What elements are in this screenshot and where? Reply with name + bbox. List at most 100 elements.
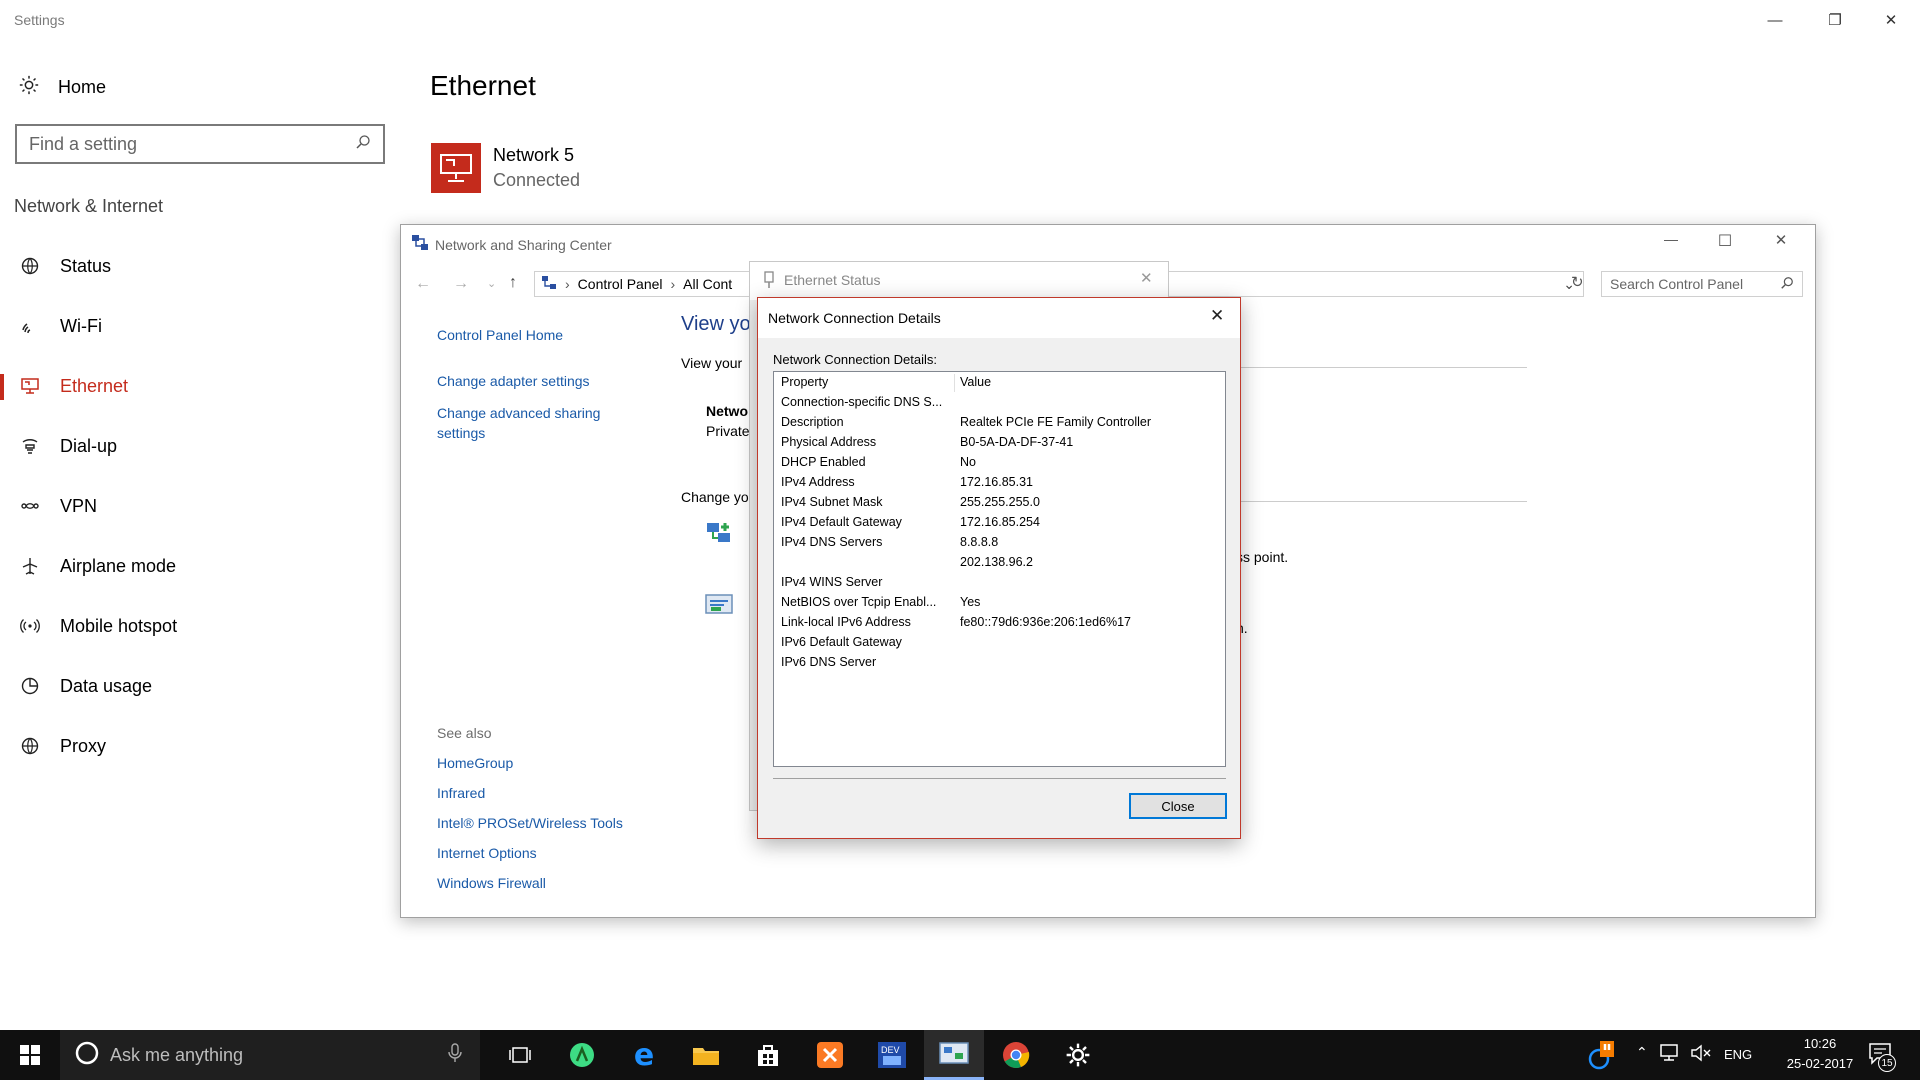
change-adapter-settings-link[interactable]: Change adapter settings xyxy=(437,373,590,389)
start-button[interactable] xyxy=(0,1030,60,1080)
settings-gear-icon[interactable] xyxy=(1048,1030,1108,1080)
list-row[interactable]: NetBIOS over Tcpip Enabl... Yes xyxy=(774,592,1225,612)
details-close-icon[interactable]: ✕ xyxy=(1210,306,1224,326)
intel-proset-link[interactable]: Intel® PROSet/Wireless Tools xyxy=(437,815,623,831)
back-arrow-icon[interactable]: ← xyxy=(415,275,431,293)
ethernet-status-title: Ethernet Status xyxy=(784,272,881,288)
nav-item-proxy[interactable]: Proxy xyxy=(0,726,390,766)
control-panel-home-link[interactable]: Control Panel Home xyxy=(437,327,563,343)
list-row[interactable]: DHCP Enabled No xyxy=(774,452,1225,472)
nav-label: Mobile hotspot xyxy=(60,615,178,636)
nav-item-status[interactable]: Status xyxy=(0,246,390,286)
search-placeholder: Search Control Panel xyxy=(1610,276,1744,292)
setup-connection-icon[interactable] xyxy=(705,519,733,552)
search-icon xyxy=(1780,276,1794,293)
nav-label: Data usage xyxy=(60,675,153,696)
list-row[interactable]: IPv6 DNS Server xyxy=(774,652,1225,672)
internet-options-link[interactable]: Internet Options xyxy=(437,845,537,861)
value-column-header[interactable]: Value xyxy=(960,375,991,389)
clock-date[interactable]: 25-02-2017 xyxy=(1770,1056,1870,1071)
store-icon[interactable] xyxy=(738,1030,798,1080)
up-arrow-icon[interactable]: ↑ xyxy=(509,274,517,292)
minimize-button[interactable]: — xyxy=(1752,8,1798,32)
troubleshoot-icon[interactable] xyxy=(705,593,733,622)
property-column-header[interactable]: Property xyxy=(781,375,828,389)
home-nav[interactable]: Home xyxy=(18,74,106,101)
network-tile-icon[interactable] xyxy=(431,143,481,193)
nav-item-wifi[interactable]: Wi-Fi xyxy=(0,306,390,346)
nav-item-data-usage[interactable]: Data usage xyxy=(0,666,390,706)
notification-count-badge: 15 xyxy=(1878,1054,1896,1072)
property-cell: DHCP Enabled xyxy=(781,455,866,469)
ethernet-status-close-icon[interactable]: ✕ xyxy=(1140,269,1153,287)
infrared-link[interactable]: Infrared xyxy=(437,785,485,801)
homegroup-link[interactable]: HomeGroup xyxy=(437,755,513,771)
list-row[interactable]: Connection-specific DNS S... xyxy=(774,392,1225,412)
notification-warning-icon[interactable] xyxy=(1586,1040,1616,1075)
details-dialog-title: Network Connection Details xyxy=(768,310,941,326)
nav-item-vpn[interactable]: VPN xyxy=(0,486,390,526)
change-advanced-sharing-link[interactable]: Change advanced sharing settings xyxy=(437,403,637,443)
column-divider[interactable] xyxy=(954,374,955,392)
nav-item-airplane[interactable]: Airplane mode xyxy=(0,546,390,586)
property-cell: Connection-specific DNS S... xyxy=(781,395,943,409)
breadcrumb-all-control[interactable]: All Cont xyxy=(683,276,732,292)
nav-label: Airplane mode xyxy=(60,555,177,576)
nsc-minimize-button[interactable]: — xyxy=(1651,231,1691,255)
property-cell: IPv6 DNS Server xyxy=(781,655,877,669)
nav-item-ethernet[interactable]: Ethernet xyxy=(0,366,390,406)
edge-icon[interactable]: e xyxy=(614,1030,674,1080)
nav-item-dialup[interactable]: Dial-up xyxy=(0,426,390,466)
list-row[interactable]: Physical Address B0-5A-DA-DF-37-41 xyxy=(774,432,1225,452)
network-name[interactable]: Network 5 xyxy=(493,145,574,166)
refresh-icon[interactable]: ↻ xyxy=(1571,273,1584,291)
chrome-icon[interactable] xyxy=(986,1030,1046,1080)
xampp-icon[interactable] xyxy=(800,1030,860,1080)
list-row[interactable]: 202.138.96.2 xyxy=(774,552,1225,572)
history-chevron-icon[interactable]: ⌄ xyxy=(487,277,496,290)
file-explorer-icon[interactable] xyxy=(676,1030,736,1080)
breadcrumb-sep-icon: › xyxy=(670,276,676,292)
control-panel-icon[interactable] xyxy=(924,1030,984,1080)
clock-time[interactable]: 10:26 xyxy=(1790,1036,1850,1051)
details-list[interactable]: Property Value Connection-specific DNS S… xyxy=(773,371,1226,767)
close-button[interactable]: Close xyxy=(1129,793,1227,819)
windows-firewall-link[interactable]: Windows Firewall xyxy=(437,875,546,891)
list-row[interactable]: Description Realtek PCIe FE Family Contro… xyxy=(774,412,1225,432)
list-row[interactable]: IPv4 DNS Servers 8.8.8.8 xyxy=(774,532,1225,552)
list-row[interactable]: IPv4 Address 172.16.85.31 xyxy=(774,472,1225,492)
network-tray-icon[interactable] xyxy=(1660,1044,1682,1067)
volume-muted-icon[interactable] xyxy=(1690,1044,1712,1067)
forward-arrow-icon[interactable]: → xyxy=(453,275,469,293)
microphone-icon[interactable] xyxy=(448,1042,462,1068)
list-row[interactable]: IPv4 WINS Server xyxy=(774,572,1225,592)
list-row[interactable]: IPv4 Subnet Mask 255.255.255.0 xyxy=(774,492,1225,512)
show-hidden-icons-icon[interactable]: ⌃ xyxy=(1636,1044,1648,1061)
search-input[interactable]: Find a setting xyxy=(15,124,385,164)
control-panel-search-input[interactable]: Search Control Panel xyxy=(1601,271,1803,297)
breadcrumb-control-panel[interactable]: Control Panel xyxy=(578,276,663,292)
restore-button[interactable]: ❐ xyxy=(1812,8,1858,32)
language-indicator[interactable]: ENG xyxy=(1724,1047,1752,1062)
list-row[interactable]: IPv6 Default Gateway xyxy=(774,632,1225,652)
globe-icon xyxy=(0,736,60,756)
section-heading: Network & Internet xyxy=(14,196,164,216)
android-studio-icon[interactable] xyxy=(552,1030,612,1080)
nsc-maximize-button[interactable]: ☐ xyxy=(1705,231,1745,255)
task-view-icon[interactable] xyxy=(490,1030,550,1080)
property-cell: IPv4 WINS Server xyxy=(781,575,883,589)
devcpp-icon[interactable]: DEV xyxy=(862,1030,922,1080)
close-window-button[interactable]: ✕ xyxy=(1868,8,1914,32)
ethernet-icon xyxy=(0,376,60,396)
network-status: Connected xyxy=(493,170,581,190)
nav-item-hotspot[interactable]: Mobile hotspot xyxy=(0,606,390,646)
list-row[interactable]: Link-local IPv6 Address fe80::79d6:936e:2… xyxy=(774,612,1225,632)
cortana-search-box[interactable]: Ask me anything xyxy=(60,1030,480,1080)
value-cell: Yes xyxy=(960,595,981,609)
nsc-heading: View yo xyxy=(681,313,751,335)
property-cell: NetBIOS over Tcpip Enabl... xyxy=(781,595,937,609)
nav-label: VPN xyxy=(60,495,98,516)
details-list-label: Network Connection Details: xyxy=(773,352,938,367)
list-row[interactable]: IPv4 Default Gateway 172.16.85.254 xyxy=(774,512,1225,532)
nsc-close-button[interactable]: ✕ xyxy=(1761,231,1801,255)
